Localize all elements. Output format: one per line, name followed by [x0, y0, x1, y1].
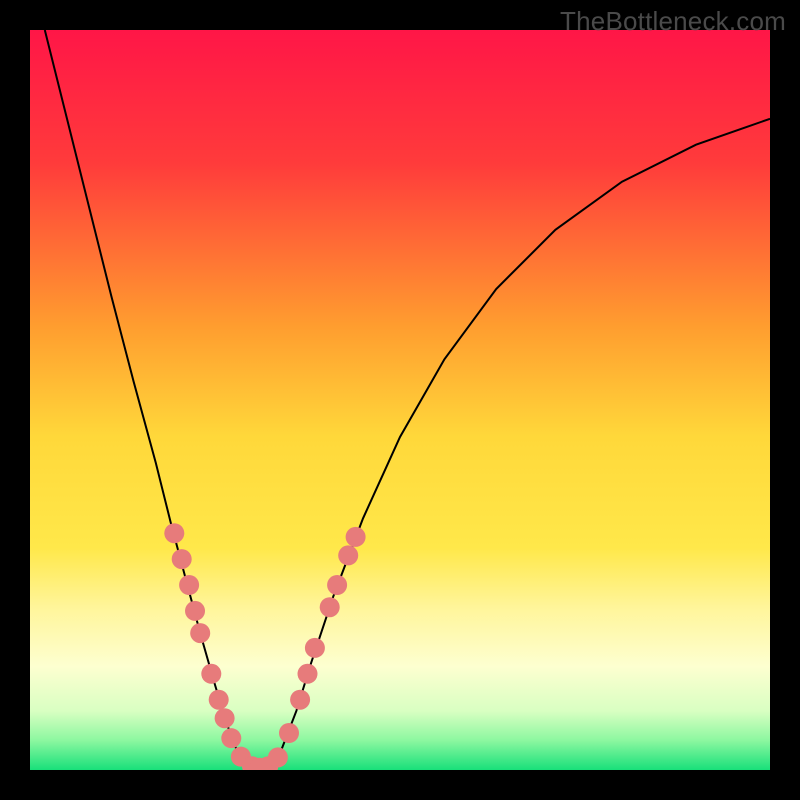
curve-marker: [338, 545, 358, 565]
bottleneck-chart: [0, 0, 800, 800]
curve-marker: [320, 597, 340, 617]
plot-background-gradient: [30, 30, 770, 770]
curve-marker: [179, 575, 199, 595]
curve-marker: [185, 601, 205, 621]
curve-marker: [172, 549, 192, 569]
curve-marker: [298, 664, 318, 684]
curve-marker: [268, 747, 288, 767]
curve-marker: [305, 638, 325, 658]
curve-marker: [346, 527, 366, 547]
curve-marker: [215, 708, 235, 728]
watermark-text: TheBottleneck.com: [560, 6, 786, 37]
curve-marker: [201, 664, 221, 684]
curve-marker: [190, 623, 210, 643]
curve-marker: [279, 723, 299, 743]
curve-marker: [327, 575, 347, 595]
chart-frame: TheBottleneck.com: [0, 0, 800, 800]
curve-marker: [164, 523, 184, 543]
curve-marker: [209, 690, 229, 710]
curve-marker: [290, 690, 310, 710]
curve-marker: [221, 728, 241, 748]
